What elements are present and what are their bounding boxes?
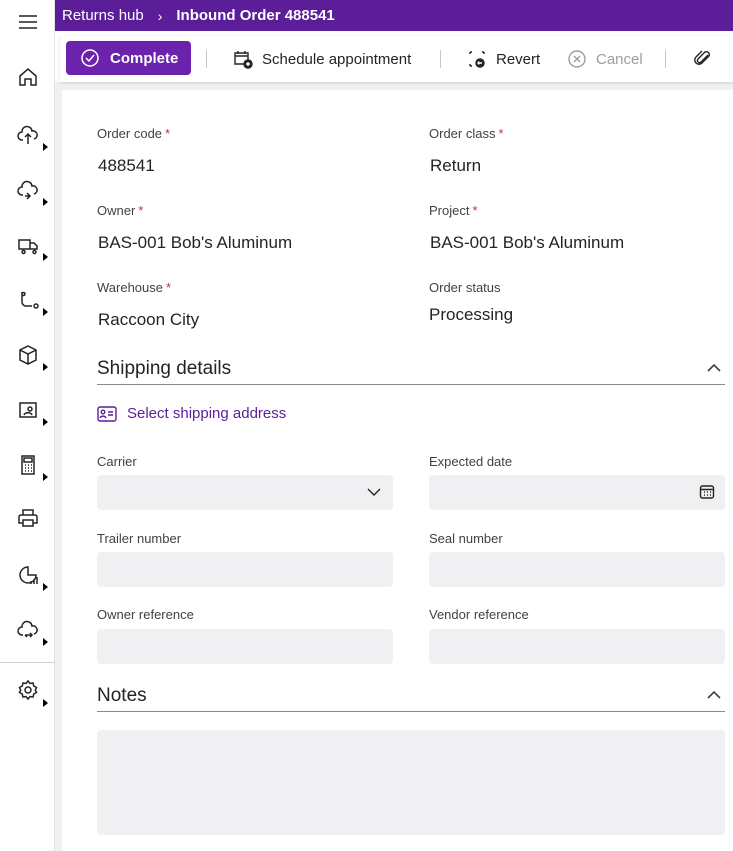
breadcrumb-separator: › bbox=[157, 7, 163, 24]
warehouse-label: Warehouse * bbox=[97, 280, 172, 295]
section-divider bbox=[97, 384, 725, 385]
breadcrumb-parent[interactable]: Returns hub bbox=[62, 7, 144, 24]
expand-caret-icon[interactable] bbox=[43, 418, 48, 426]
owner-value: BAS-001 Bob's Aluminum bbox=[98, 233, 293, 252]
expand-caret-icon[interactable] bbox=[43, 473, 48, 481]
expected-date-input[interactable] bbox=[429, 475, 725, 510]
vendor-reference-label: Vendor reference bbox=[429, 607, 529, 622]
expand-caret-icon[interactable] bbox=[43, 143, 48, 151]
revert-button[interactable]: Revert bbox=[467, 36, 540, 82]
order-status-label: Order status bbox=[429, 280, 501, 295]
attach-button[interactable] bbox=[693, 36, 722, 82]
paperclip-icon bbox=[694, 50, 710, 65]
carrier-label: Carrier bbox=[97, 454, 137, 469]
contact-card-icon[interactable] bbox=[12, 394, 44, 426]
notes-textarea[interactable] bbox=[97, 730, 725, 835]
expand-caret-icon[interactable] bbox=[43, 253, 48, 261]
breadcrumb-current: Inbound Order 488541 bbox=[176, 7, 335, 24]
cancel-button[interactable]: Cancel bbox=[567, 36, 643, 82]
cloud-sync-icon[interactable] bbox=[12, 174, 44, 206]
calendar-add-icon bbox=[234, 51, 253, 69]
expand-caret-icon[interactable] bbox=[43, 699, 48, 707]
flow-icon[interactable] bbox=[12, 284, 44, 316]
revert-icon bbox=[469, 51, 485, 68]
notes-title: Notes bbox=[97, 685, 147, 706]
settings-gear-icon[interactable] bbox=[12, 674, 44, 706]
box-icon[interactable] bbox=[12, 339, 44, 371]
breadcrumb: Returns hub › Inbound Order 488541 bbox=[55, 0, 733, 31]
order-class-label: Order class * bbox=[429, 126, 504, 141]
seal-number-label: Seal number bbox=[429, 531, 503, 546]
complete-button-label: Complete bbox=[110, 49, 179, 67]
cancel-circle-icon bbox=[568, 50, 586, 68]
shipping-details-title: Shipping details bbox=[97, 358, 232, 379]
toolbar-divider bbox=[665, 50, 666, 68]
left-nav-rail bbox=[0, 0, 55, 851]
complete-button[interactable]: Complete bbox=[66, 41, 191, 75]
select-shipping-address-label: Select shipping address bbox=[127, 405, 287, 422]
vendor-reference-input[interactable] bbox=[429, 629, 725, 664]
truck-icon[interactable] bbox=[12, 229, 44, 261]
select-shipping-address-link[interactable]: Select shipping address bbox=[97, 405, 286, 422]
check-circle-icon bbox=[81, 49, 99, 67]
hamburger-menu-icon[interactable] bbox=[12, 6, 44, 38]
trailer-number-label: Trailer number bbox=[97, 531, 182, 546]
carrier-dropdown[interactable] bbox=[97, 475, 393, 510]
command-bar: Complete Schedule appointment Revert Can… bbox=[60, 36, 733, 82]
expand-caret-icon[interactable] bbox=[43, 308, 48, 316]
calculator-icon[interactable] bbox=[12, 449, 44, 481]
calendar-icon[interactable] bbox=[698, 483, 716, 501]
project-value: BAS-001 Bob's Aluminum bbox=[430, 233, 625, 252]
owner-reference-label: Owner reference bbox=[97, 607, 194, 622]
order-code-value: 488541 bbox=[98, 156, 155, 175]
schedule-appointment-label: Schedule appointment bbox=[262, 50, 412, 68]
cloud-transfer-icon[interactable] bbox=[12, 614, 44, 646]
section-divider bbox=[97, 711, 725, 712]
chevron-down-icon bbox=[365, 483, 383, 501]
upload-icon[interactable] bbox=[12, 119, 44, 151]
warehouse-value: Raccoon City bbox=[98, 310, 200, 329]
analytics-icon[interactable] bbox=[12, 559, 44, 591]
trailer-number-input[interactable] bbox=[97, 552, 393, 587]
rail-divider bbox=[0, 662, 55, 663]
chevron-up-icon[interactable] bbox=[707, 361, 721, 375]
seal-number-input[interactable] bbox=[429, 552, 725, 587]
toolbar-divider bbox=[206, 50, 207, 68]
expand-caret-icon[interactable] bbox=[43, 638, 48, 646]
printer-icon[interactable] bbox=[12, 502, 44, 534]
project-label: Project * bbox=[429, 203, 478, 218]
expand-caret-icon[interactable] bbox=[43, 198, 48, 206]
revert-label: Revert bbox=[496, 50, 541, 68]
expand-caret-icon[interactable] bbox=[43, 583, 48, 591]
home-icon[interactable] bbox=[12, 61, 44, 93]
owner-reference-input[interactable] bbox=[97, 629, 393, 664]
address-card-icon bbox=[97, 405, 117, 422]
toolbar-divider bbox=[440, 50, 441, 68]
chevron-up-icon[interactable] bbox=[707, 688, 721, 702]
order-code-label: Order code * bbox=[97, 126, 171, 141]
schedule-appointment-button[interactable]: Schedule appointment bbox=[233, 36, 411, 82]
expected-date-label: Expected date bbox=[429, 454, 513, 469]
expand-caret-icon[interactable] bbox=[43, 363, 48, 371]
owner-label: Owner * bbox=[97, 203, 144, 218]
order-class-value: Return bbox=[430, 156, 482, 175]
cancel-label: Cancel bbox=[596, 50, 643, 68]
order-status-value: Processing bbox=[429, 305, 514, 324]
